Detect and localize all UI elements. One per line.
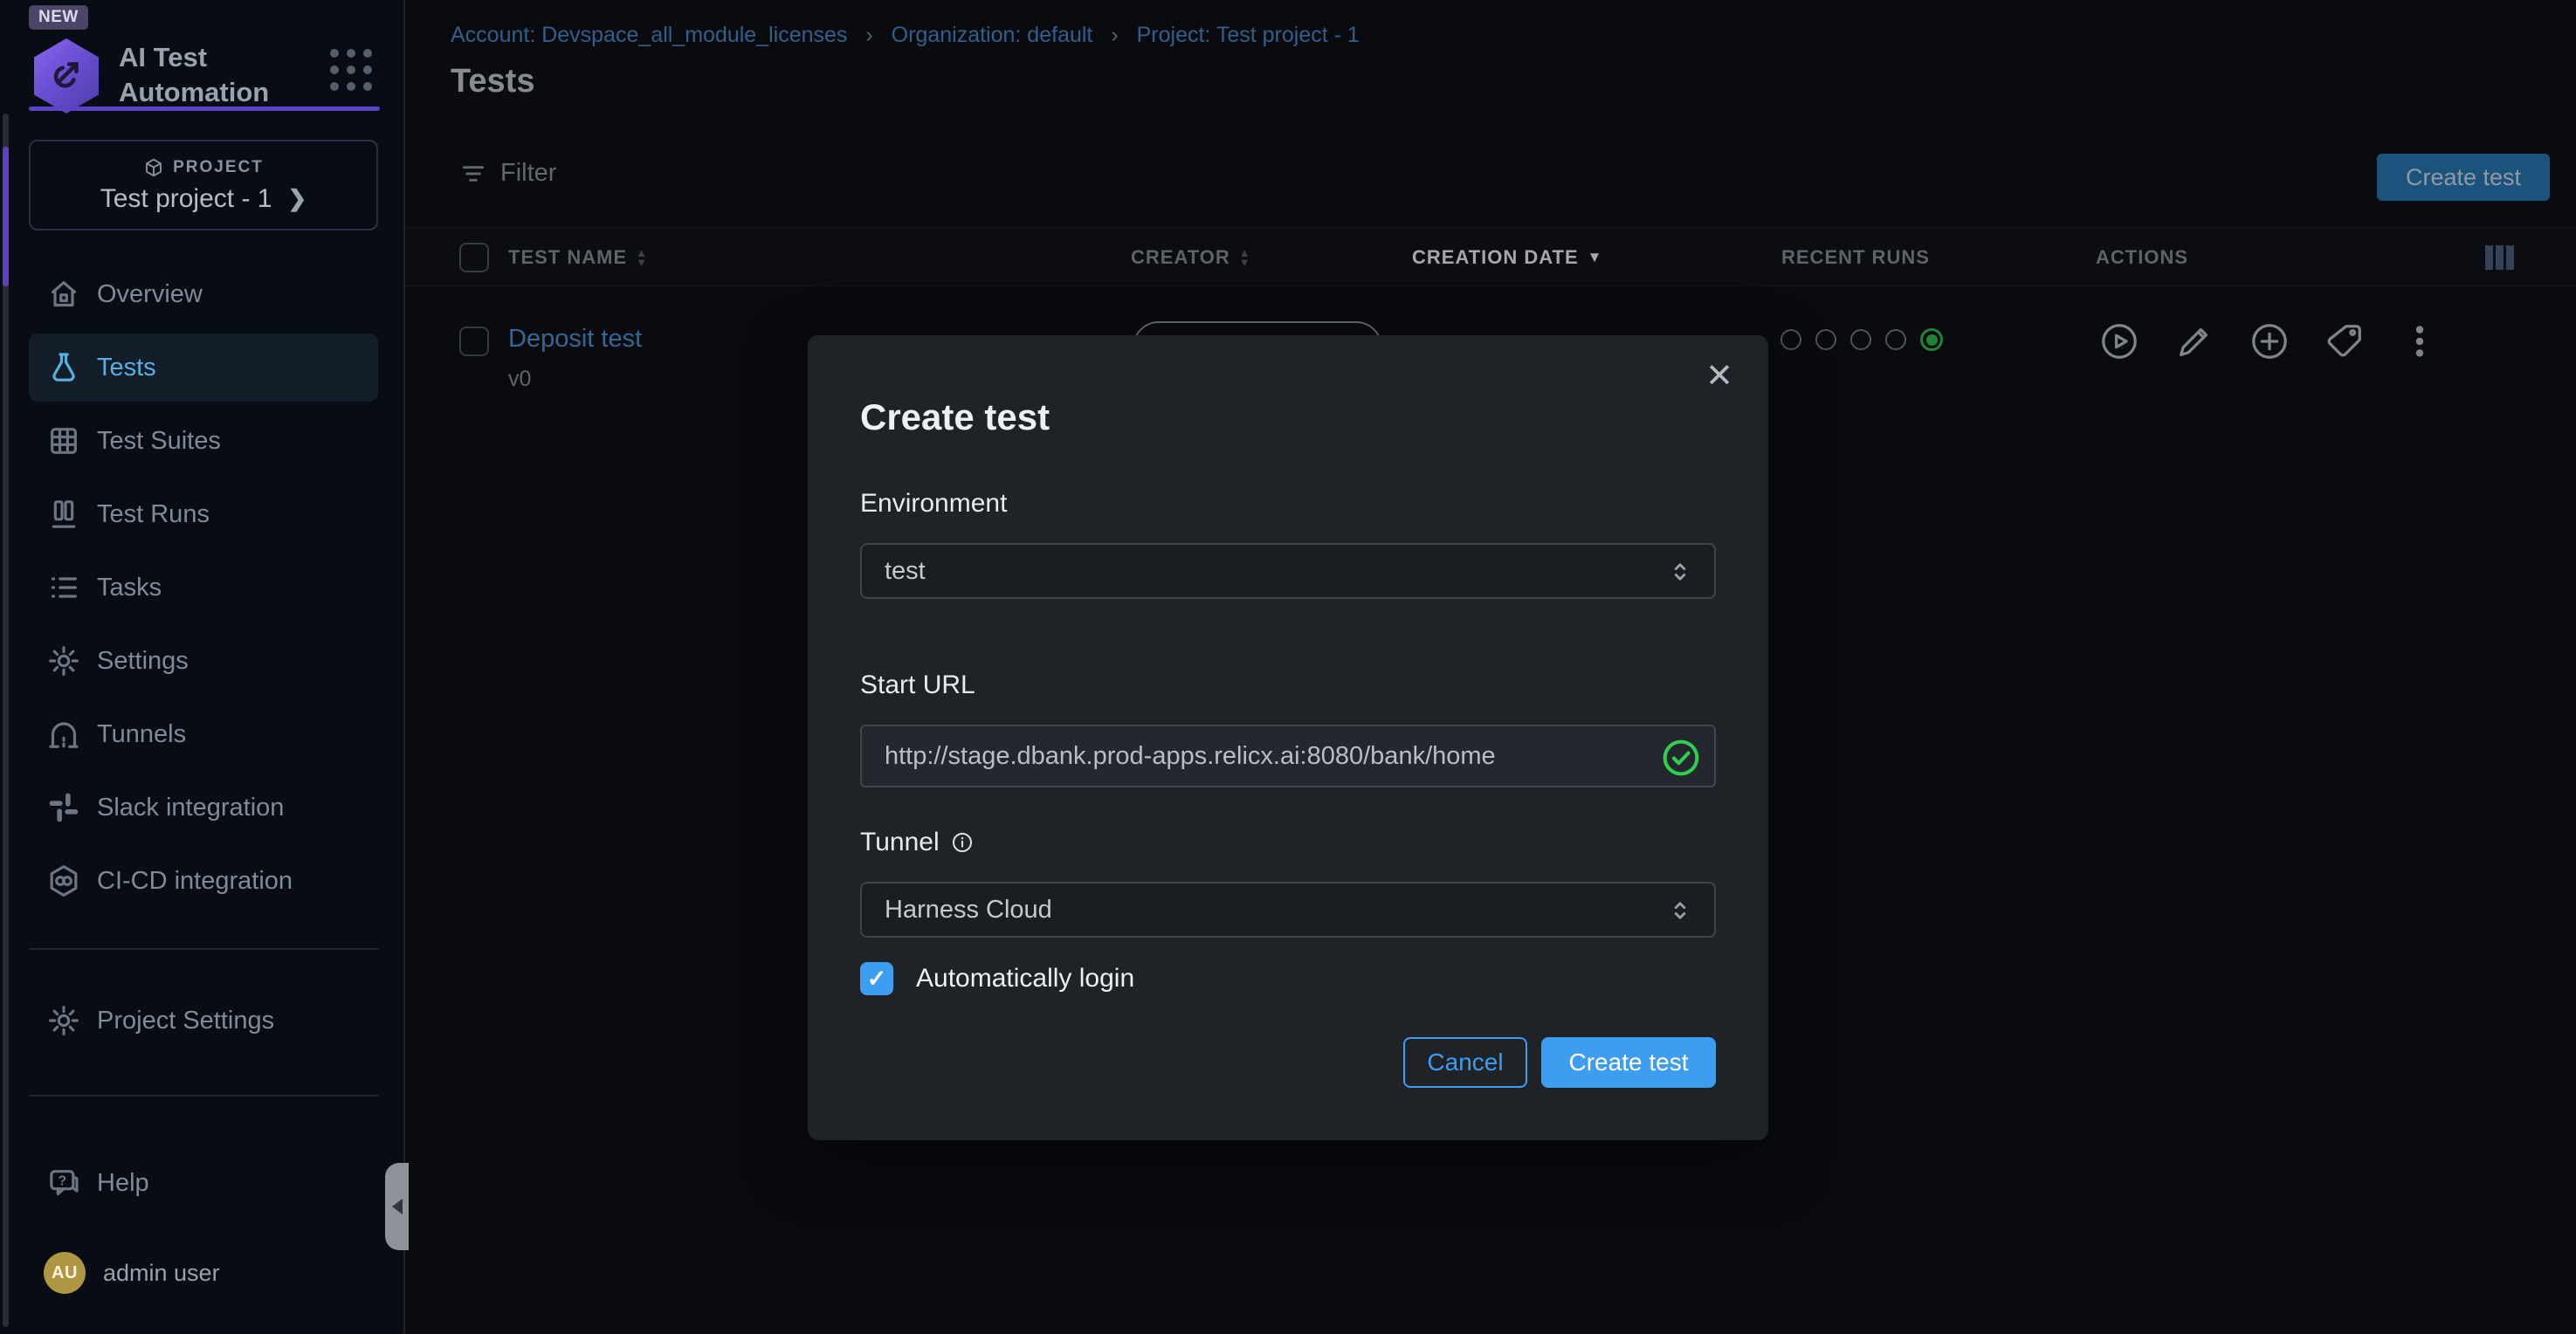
environment-select[interactable]: test: [860, 543, 1716, 599]
sidebar-item-tests[interactable]: Tests: [29, 334, 378, 402]
select-chevrons-icon: [1665, 896, 1695, 925]
sidebar-scrollbar-thumb[interactable]: [3, 147, 9, 286]
sidebar-divider: [29, 948, 378, 950]
start-url-input[interactable]: http://stage.dbank.prod-apps.relicx.ai:8…: [860, 725, 1716, 787]
flask-icon: [46, 350, 81, 385]
avatar: AU: [44, 1252, 86, 1294]
info-icon: [950, 830, 975, 855]
brand-title-line2: Automation: [119, 75, 269, 110]
tunnel-select[interactable]: Harness Cloud: [860, 882, 1716, 938]
chevron-right-icon: ❯: [287, 185, 307, 212]
tunnel-icon: [46, 717, 81, 752]
project-name: Test project - 1: [100, 184, 272, 214]
app-screen: NEW AI Test Automation PROJECT Test proj…: [0, 0, 2576, 1334]
columns-icon: [46, 497, 81, 532]
gear-icon: [46, 643, 81, 678]
home-icon: [46, 277, 81, 312]
project-eyebrow: PROJECT: [143, 157, 264, 178]
checkbox-checked-icon[interactable]: ✓: [860, 962, 893, 995]
sidebar-help-nav: ? Help: [29, 1149, 378, 1222]
sidebar-item-project-settings[interactable]: Project Settings: [29, 987, 378, 1055]
start-url-value: http://stage.dbank.prod-apps.relicx.ai:8…: [885, 742, 1496, 771]
app-logo: [29, 38, 104, 113]
cancel-button[interactable]: Cancel: [1403, 1037, 1527, 1088]
modal-footer: Cancel Create test: [1403, 1037, 1716, 1088]
environment-label: Environment: [860, 489, 1007, 519]
sidebar-divider: [29, 1095, 378, 1097]
slack-icon: [46, 790, 81, 825]
grid-icon: [46, 423, 81, 458]
tunnel-value: Harness Cloud: [885, 896, 1052, 925]
cube-icon: [143, 157, 164, 178]
valid-check-icon: [1662, 739, 1700, 777]
gear-icon: [46, 1003, 81, 1038]
new-badge: NEW: [29, 5, 88, 30]
sidebar-item-tasks[interactable]: Tasks: [29, 554, 378, 622]
sidebar-collapse-handle[interactable]: [385, 1163, 409, 1250]
collapse-left-icon: [392, 1199, 403, 1214]
sidebar: NEW AI Test Automation PROJECT Test proj…: [0, 0, 405, 1334]
sidebar-item-tunnels[interactable]: Tunnels: [29, 700, 378, 768]
cicd-icon: [46, 863, 81, 898]
sidebar-nav: Overview Tests Test Suites Test Runs Tas…: [29, 260, 378, 920]
hexagon-logo-icon: [45, 52, 88, 100]
brand-accent-underline: [29, 107, 380, 111]
tunnel-label: Tunnel: [860, 828, 975, 857]
list-icon: [46, 570, 81, 605]
sidebar-item-test-runs[interactable]: Test Runs: [29, 480, 378, 548]
auto-login-checkbox-row[interactable]: ✓ Automatically login: [860, 962, 1134, 995]
svg-text:?: ?: [58, 1173, 66, 1188]
start-url-label: Start URL: [860, 670, 975, 700]
module-switcher-icon[interactable]: [330, 49, 372, 91]
sidebar-footer-nav: Project Settings: [29, 987, 378, 1060]
close-icon[interactable]: ✕: [1705, 360, 1733, 393]
environment-value: test: [885, 557, 926, 586]
project-selector[interactable]: PROJECT Test project - 1 ❯: [29, 140, 378, 230]
user-menu[interactable]: AU admin user: [44, 1252, 220, 1294]
sidebar-item-overview[interactable]: Overview: [29, 260, 378, 328]
sidebar-item-cicd-integration[interactable]: CI-CD integration: [29, 847, 378, 915]
brand-title-line1: AI Test: [119, 40, 269, 75]
modal-create-test-button[interactable]: Create test: [1541, 1037, 1716, 1088]
sidebar-scrollbar[interactable]: [3, 113, 9, 1327]
help-chat-icon: ?: [46, 1166, 81, 1200]
user-name: admin user: [103, 1260, 220, 1287]
create-test-modal: ✕ Create test Environment test Start URL…: [808, 335, 1768, 1140]
sidebar-item-help[interactable]: ? Help: [29, 1149, 378, 1217]
modal-title: Create test: [860, 396, 1050, 438]
sidebar-item-settings[interactable]: Settings: [29, 627, 378, 695]
auto-login-label: Automatically login: [916, 964, 1134, 994]
sidebar-item-test-suites[interactable]: Test Suites: [29, 407, 378, 475]
sidebar-item-slack-integration[interactable]: Slack integration: [29, 774, 378, 842]
select-chevrons-icon: [1665, 557, 1695, 587]
brand-title: AI Test Automation: [119, 40, 269, 110]
